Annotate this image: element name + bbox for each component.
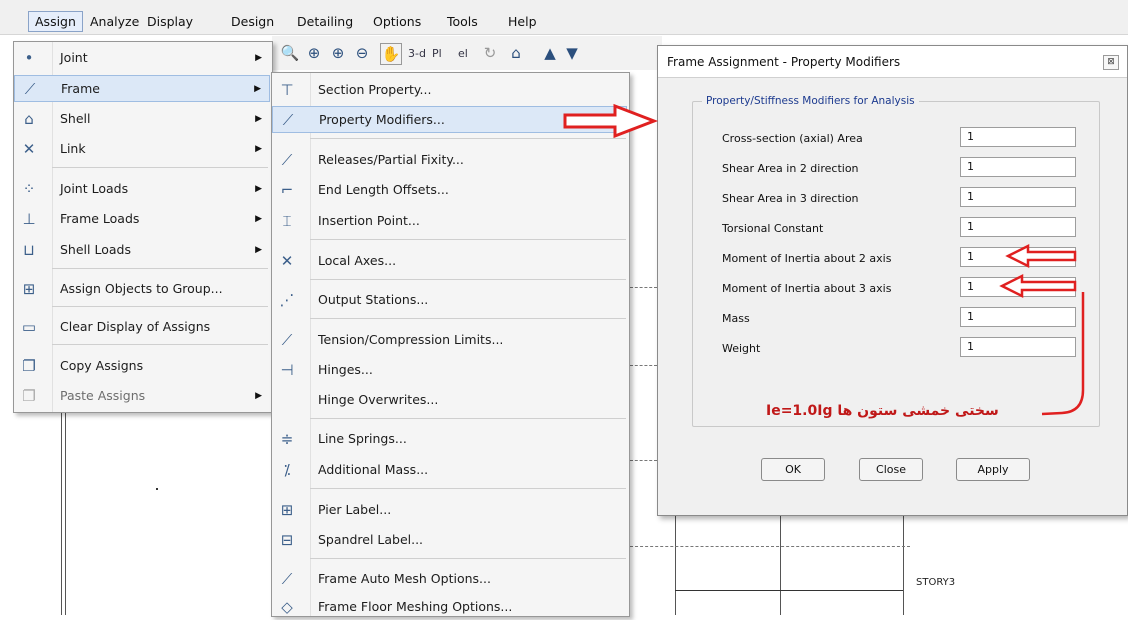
pointer-arrow-icon: [999, 273, 1077, 299]
stiffness-annotation: سختی خمشی ستون ها Ie=1.0Ig: [766, 403, 999, 419]
annotation-overlay: [563, 103, 1085, 416]
pointer-arrow-icon: [563, 103, 659, 139]
pointer-arrow-icon: [1005, 243, 1077, 269]
bracket-line: [1041, 292, 1085, 416]
